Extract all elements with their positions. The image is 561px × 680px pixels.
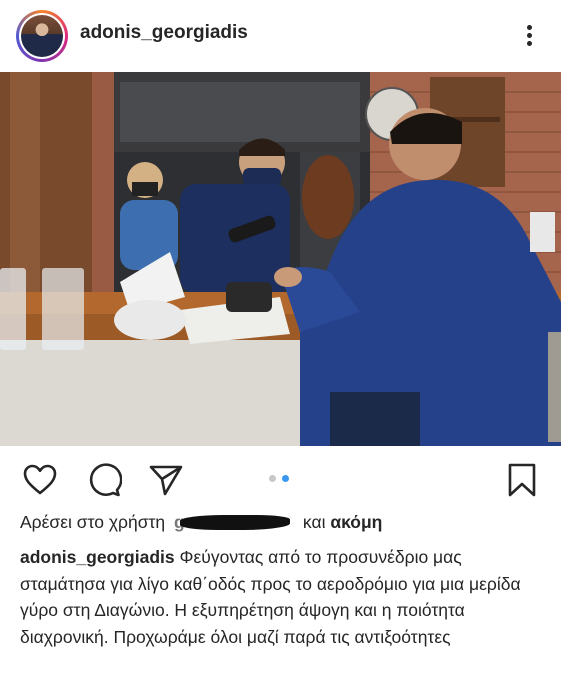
likes-prefix: Αρέσει στο χρήστη [20,512,166,532]
likes-others-link[interactable]: ακόμη [330,512,382,532]
more-dot [526,33,532,38]
avatar[interactable] [16,10,68,62]
redacted-username[interactable]: g s [174,512,294,532]
caption-username[interactable]: adonis_georgiadis [20,547,175,567]
send-icon[interactable] [148,462,184,498]
carousel-dot-active[interactable] [282,475,289,482]
comment-icon[interactable] [86,462,123,498]
photo-illustration [0,72,561,446]
post-username[interactable]: adonis_georgiadis [80,22,248,44]
post-photo[interactable] [0,72,561,446]
carousel-dot[interactable] [269,475,276,482]
avatar-image [21,15,63,57]
more-vertical-icon[interactable] [519,22,539,50]
redaction-scribble [180,515,291,530]
more-dot [526,25,532,30]
carousel-indicator [269,475,289,482]
action-bar [0,446,561,508]
likes-and-text: και [302,512,326,532]
more-dot [526,41,532,46]
avatar-ring [19,13,65,59]
post-header: adonis_georgiadis [0,0,561,72]
post-caption: adonis_georgiadis Φεύγοντας από το προσυ… [20,544,545,650]
bookmark-icon[interactable] [504,462,540,498]
heart-icon[interactable] [22,462,58,498]
likes-line: Αρέσει στο χρήστη g s και ακόμη [20,512,550,533]
